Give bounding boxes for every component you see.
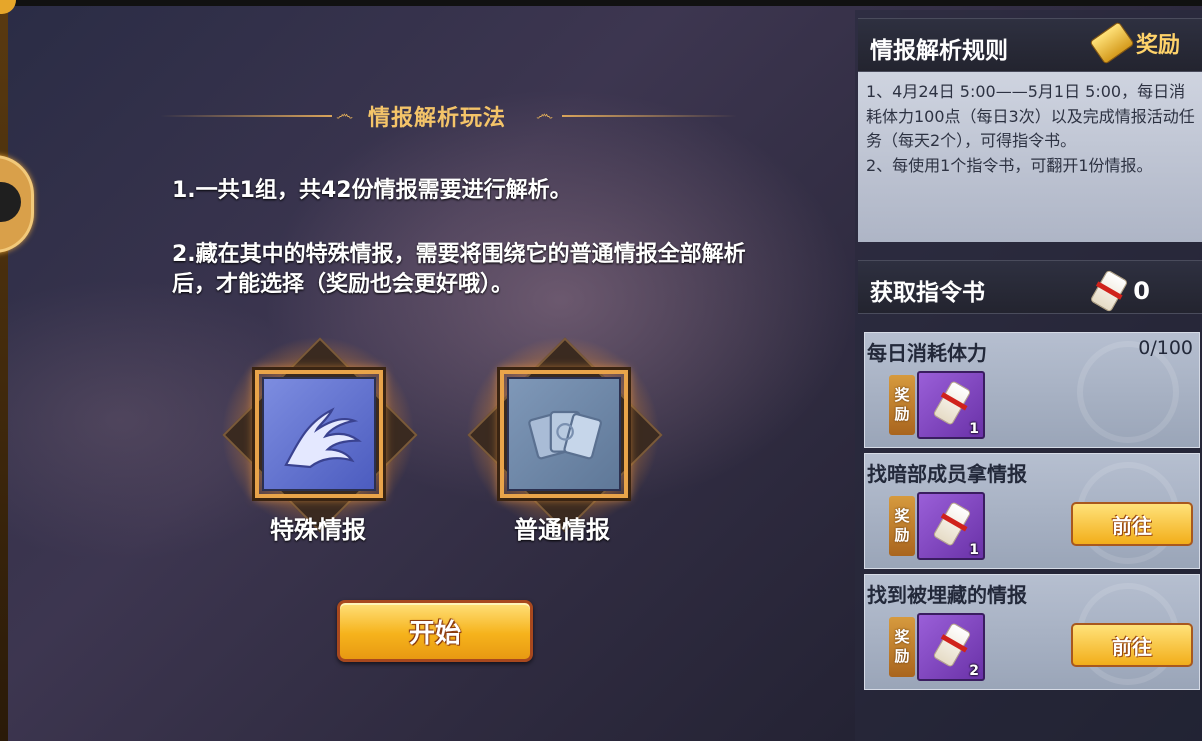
task-title: 每日消耗体力	[867, 341, 987, 365]
go-button[interactable]: 前往	[1071, 502, 1193, 546]
left-frame	[0, 0, 8, 741]
command-book-counter: 0	[1089, 269, 1150, 313]
task-progress: 0/100	[1138, 337, 1193, 359]
command-book-item[interactable]: 1	[917, 492, 985, 560]
rule-line-1: 1.一共1组，共42份情报需要进行解析。	[172, 178, 572, 203]
command-book-icon	[1089, 269, 1129, 313]
cards-icon	[528, 410, 602, 460]
command-book-item[interactable]: 1	[917, 371, 985, 439]
get-header-title: 获取指令书	[870, 280, 985, 306]
gold-scroll-icon	[1089, 21, 1135, 65]
command-book-icon	[932, 501, 972, 547]
special-intel-card[interactable]	[221, 336, 418, 533]
command-book-count: 0	[1133, 277, 1150, 305]
top-strip	[0, 0, 1202, 6]
rule-line-2: 2.藏在其中的特殊情报，需要将围绕它的普通情报全部解析后，才能选择（奖励也会更好…	[172, 242, 746, 297]
task-title: 找暗部成员拿情报	[867, 462, 1027, 486]
reward-button-label: 奖励	[1135, 33, 1180, 58]
rules-text: 1、4月24日 5:00——5月1日 5:00，每日消耗体力100点（每日3次）…	[866, 82, 1195, 175]
rules-header: 情报解析规则 奖励	[858, 18, 1202, 72]
special-intel-label: 特殊情报	[270, 516, 366, 544]
normal-intel-label: 普通情报	[514, 516, 610, 544]
task-row: 每日消耗体力 0/100 奖励 1	[864, 332, 1200, 448]
task-row: 找暗部成员拿情报 奖励 1 前往	[864, 453, 1200, 569]
start-button[interactable]: 开始	[337, 600, 533, 662]
item-count: 2	[969, 663, 979, 679]
get-command-book-header: 获取指令书 0	[858, 260, 1202, 314]
swirl-ornament-icon: ෴	[336, 104, 354, 125]
task-row: 找到被埋藏的情报 奖励 2 前往	[864, 574, 1200, 690]
title-divider-right	[562, 115, 737, 117]
command-book-icon	[932, 380, 972, 426]
item-count: 1	[969, 421, 979, 437]
swirl-ornament-icon: ෴	[536, 104, 554, 125]
reward-tag: 奖励	[889, 496, 915, 556]
title-divider-left	[160, 115, 332, 117]
rules-header-title: 情报解析规则	[870, 38, 1008, 64]
reward-button[interactable]: 奖励	[1089, 21, 1180, 65]
normal-intel-card[interactable]	[466, 336, 663, 533]
task-title: 找到被埋藏的情报	[867, 583, 1027, 607]
section-title: 情报解析玩法	[368, 106, 507, 131]
command-book-icon	[932, 622, 972, 668]
reward-tag: 奖励	[889, 375, 915, 435]
command-book-item[interactable]: 2	[917, 613, 985, 681]
item-count: 1	[969, 542, 979, 558]
reward-tag: 奖励	[889, 617, 915, 677]
claw-icon	[284, 407, 362, 469]
go-button[interactable]: 前往	[1071, 623, 1193, 667]
